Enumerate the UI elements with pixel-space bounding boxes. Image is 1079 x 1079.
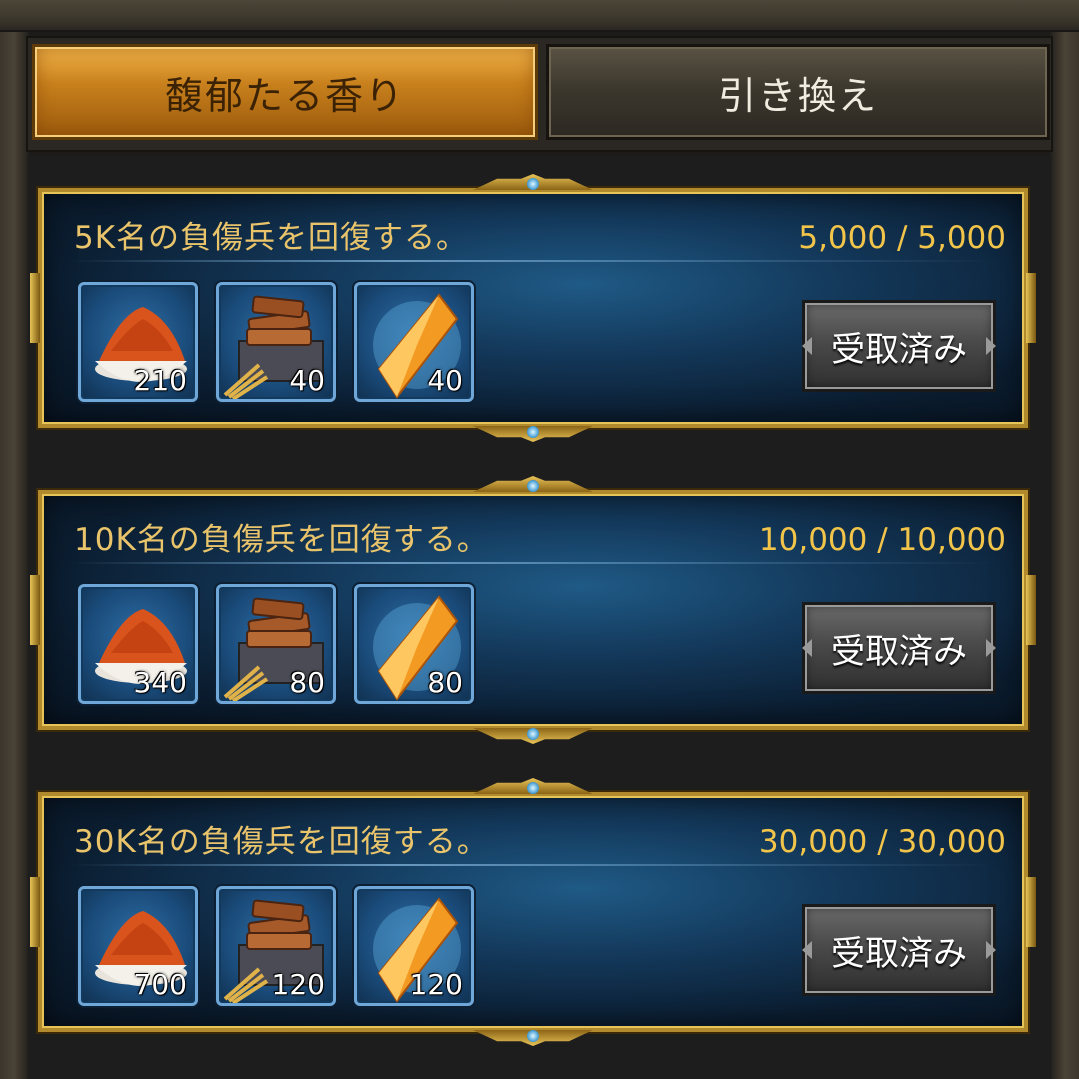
- claimed-button[interactable]: 受取済み: [802, 300, 996, 392]
- side-ornament: [1026, 877, 1036, 947]
- quest-progress: 5,000 / 5,000: [798, 220, 1006, 256]
- quest-title: 10K名の負傷兵を回復する。: [74, 522, 489, 558]
- side-ornament: [1026, 575, 1036, 645]
- reward-quantity: 340: [133, 666, 187, 699]
- divider: [70, 260, 996, 262]
- quest-title: 30K名の負傷兵を回復する。: [74, 824, 489, 860]
- tab-bar: 馥郁たる香り 引き換え: [26, 36, 1053, 152]
- gem-ornament: [527, 728, 539, 740]
- reward-item[interactable]: 80: [216, 584, 336, 704]
- top-header-strip: [0, 0, 1079, 32]
- quest-progress: 30,000 / 30,000: [758, 824, 1006, 860]
- reward-quantity: 210: [133, 364, 187, 397]
- claimed-button[interactable]: 受取済み: [802, 602, 996, 694]
- quest-card: 10K名の負傷兵を回復する。 10,000 / 10,000 340 80 80…: [30, 476, 1036, 730]
- reward-quantity: 40: [289, 364, 325, 397]
- quest-progress: 10,000 / 10,000: [758, 522, 1006, 558]
- reward-item[interactable]: 80: [354, 584, 474, 704]
- gem-ornament: [527, 782, 539, 794]
- divider: [70, 562, 996, 564]
- quest-title: 5K名の負傷兵を回復する。: [74, 220, 469, 256]
- gem-ornament: [527, 480, 539, 492]
- reward-quantity: 80: [427, 666, 463, 699]
- reward-item[interactable]: 120: [216, 886, 336, 1006]
- reward-item[interactable]: 700: [78, 886, 198, 1006]
- quest-card: 30K名の負傷兵を回復する。 30,000 / 30,000 700 120 1…: [30, 778, 1036, 1032]
- side-ornament: [30, 575, 40, 645]
- reward-item[interactable]: 210: [78, 282, 198, 402]
- reward-quantity: 120: [409, 968, 463, 1001]
- reward-item[interactable]: 40: [216, 282, 336, 402]
- reward-quantity: 700: [133, 968, 187, 1001]
- gem-ornament: [527, 426, 539, 438]
- reward-quantity: 80: [289, 666, 325, 699]
- tab-exchange[interactable]: 引き換え: [546, 44, 1050, 140]
- quest-card: 5K名の負傷兵を回復する。 5,000 / 5,000 210 40 40 受取…: [30, 174, 1036, 428]
- side-ornament: [1026, 273, 1036, 343]
- reward-item[interactable]: 40: [354, 282, 474, 402]
- gem-ornament: [527, 1030, 539, 1042]
- gem-ornament: [527, 178, 539, 190]
- side-ornament: [30, 877, 40, 947]
- tab-fragrance[interactable]: 馥郁たる香り: [32, 44, 538, 140]
- reward-item[interactable]: 120: [354, 886, 474, 1006]
- divider: [70, 864, 996, 866]
- reward-item[interactable]: 340: [78, 584, 198, 704]
- claimed-button[interactable]: 受取済み: [802, 904, 996, 996]
- reward-quantity: 120: [271, 968, 325, 1001]
- side-ornament: [30, 273, 40, 343]
- reward-quantity: 40: [427, 364, 463, 397]
